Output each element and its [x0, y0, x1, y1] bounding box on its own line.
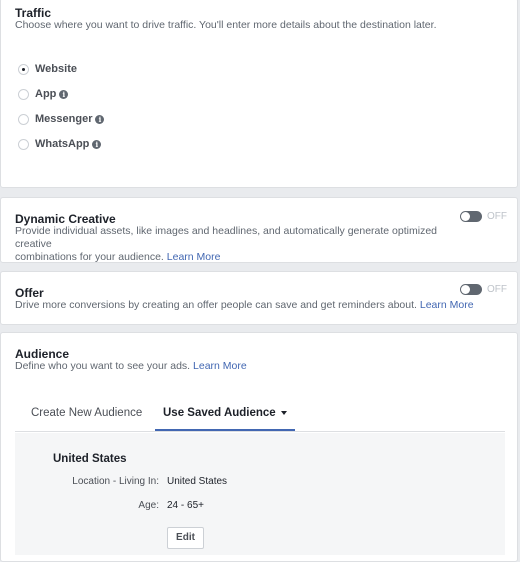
audience-tabs: Create New Audience Use Saved Audience — [15, 403, 505, 432]
info-icon[interactable]: i — [92, 139, 102, 149]
radio-button-app[interactable] — [18, 88, 29, 100]
radio-label-website: Website — [35, 63, 77, 75]
radio-app[interactable]: App i — [18, 86, 69, 102]
offer-title: Offer — [15, 286, 44, 300]
info-icon[interactable]: i — [95, 114, 105, 124]
chevron-down-icon — [280, 410, 287, 415]
dynamic-creative-description: Provide individual assets, like images a… — [15, 225, 445, 264]
age-label: Age: — [138, 500, 159, 511]
audience-description-text: Define who you want to see your ads. — [15, 360, 191, 372]
radio-label-app: App — [35, 88, 57, 100]
toggle-knob — [461, 212, 470, 221]
offer-learn-more-link[interactable]: Learn More — [420, 299, 474, 311]
traffic-description: Choose where you want to drive traffic. … — [15, 19, 437, 31]
toggle-knob — [461, 285, 470, 294]
traffic-title: Traffic — [15, 6, 52, 20]
radio-website[interactable]: Website — [18, 61, 77, 77]
dynamic-creative-description-text: Provide individual assets, like images a… — [15, 225, 437, 250]
radio-messenger[interactable]: Messenger i — [18, 111, 105, 127]
info-icon[interactable]: i — [59, 89, 69, 99]
radio-label-messenger: Messenger — [35, 113, 93, 125]
traffic-card: Traffic Choose where you want to drive t… — [0, 0, 518, 188]
audience-title: Audience — [15, 347, 70, 361]
age-value: 24 - 65+ — [167, 500, 204, 511]
dynamic-creative-learn-more-link[interactable]: Learn More — [167, 251, 221, 263]
location-label: Location - Living In: — [72, 476, 159, 487]
location-value: United States — [167, 476, 228, 487]
dynamic-creative-title: Dynamic Creative — [15, 212, 116, 226]
radio-label-whatsapp: WhatsApp — [35, 138, 90, 150]
toggle-track[interactable] — [460, 211, 482, 222]
offer-card: Offer Drive more conversions by creating… — [0, 271, 518, 325]
dynamic-creative-card: Dynamic Creative Provide individual asse… — [0, 197, 518, 263]
toggle-state-label: OFF — [487, 284, 507, 295]
audience-learn-more-link[interactable]: Learn More — [193, 360, 247, 372]
saved-audience-name: United States — [53, 453, 127, 465]
tab-create-new-audience[interactable]: Create New Audience — [31, 407, 142, 431]
offer-description-text: Drive more conversions by creating an of… — [15, 299, 417, 311]
offer-toggle[interactable]: OFF — [460, 284, 507, 295]
saved-audience-panel: United States Location - Living In: Unit… — [15, 433, 505, 555]
radio-whatsapp[interactable]: WhatsApp i — [18, 136, 102, 152]
dynamic-creative-toggle[interactable]: OFF — [460, 211, 507, 222]
radio-button-messenger[interactable] — [18, 113, 29, 125]
tab-use-saved-audience-label: Use Saved Audience — [163, 407, 276, 419]
offer-description: Drive more conversions by creating an of… — [15, 299, 474, 312]
tab-use-saved-audience[interactable]: Use Saved Audience — [155, 407, 295, 431]
dynamic-creative-description-text-2: combinations for your audience. — [15, 251, 164, 263]
edit-audience-button[interactable]: Edit — [167, 527, 204, 549]
toggle-track[interactable] — [460, 284, 482, 295]
toggle-state-label: OFF — [487, 211, 507, 222]
radio-button-website[interactable] — [18, 63, 29, 75]
audience-card: Audience Define who you want to see your… — [0, 332, 518, 562]
audience-description: Define who you want to see your ads. Lea… — [15, 360, 247, 373]
radio-button-whatsapp[interactable] — [18, 138, 29, 150]
